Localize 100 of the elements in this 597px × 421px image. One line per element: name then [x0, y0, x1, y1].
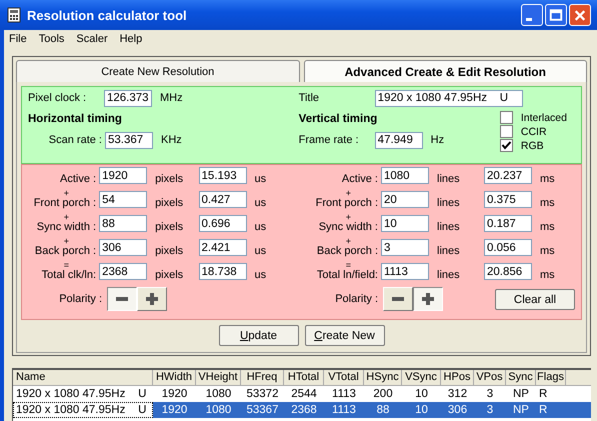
- input-field[interactable]: 88: [99, 215, 148, 232]
- maximize-button[interactable]: [545, 4, 567, 26]
- polarity-label: Polarity :: [335, 293, 379, 305]
- operator-sign: =: [344, 262, 352, 269]
- field-label: Front porch :: [34, 197, 98, 209]
- field-label: Frame rate :: [298, 134, 360, 146]
- column-header[interactable]: VHeight: [196, 370, 241, 386]
- operator-sign: +: [62, 190, 70, 197]
- input-field[interactable]: 1113: [381, 263, 429, 280]
- input-field[interactable]: 2368: [99, 263, 148, 280]
- input-field[interactable]: 1080: [381, 167, 429, 184]
- column-header[interactable]: VPos: [474, 370, 506, 386]
- time-field[interactable]: 0.696: [198, 215, 247, 232]
- unit-label: MHz: [159, 92, 184, 104]
- calculator-icon: [6, 7, 22, 23]
- unit-label: pixels: [154, 221, 184, 233]
- unit-label: lines: [436, 221, 461, 233]
- field-label: Back porch :: [316, 245, 379, 257]
- input-field[interactable]: 1920: [99, 167, 148, 184]
- minus-button[interactable]: [107, 287, 137, 311]
- table-cell-text: 10: [414, 403, 429, 418]
- input-field[interactable]: 20: [381, 191, 429, 208]
- time-field[interactable]: 20.856: [484, 263, 532, 280]
- input-field[interactable]: 3: [381, 239, 429, 256]
- column-header[interactable]: HSync: [364, 370, 402, 386]
- table-cell-text: 53367: [246, 403, 280, 418]
- input-field[interactable]: 47.949: [374, 132, 423, 148]
- unit-label: lines: [436, 269, 461, 281]
- operator-sign: +: [344, 238, 352, 245]
- column-header[interactable]: HFreq: [241, 370, 284, 386]
- time-field[interactable]: 0.056: [484, 239, 532, 256]
- menu-item[interactable]: File: [9, 33, 27, 45]
- table-cell-text: 306: [446, 403, 468, 418]
- input-field[interactable]: 126.373: [104, 90, 152, 106]
- operator-sign: =: [62, 262, 70, 269]
- column-header[interactable]: Sync: [506, 370, 536, 386]
- unit-label: us: [254, 197, 268, 209]
- table-row[interactable]: 1920 x 1080 47.95Hz U 1920 1080 53367 2368 1113 88 10 306 3 NP R: [13, 402, 591, 418]
- time-field[interactable]: 0.427: [198, 191, 247, 208]
- input-field[interactable]: 53.367: [105, 132, 153, 148]
- unit-label: pixels: [154, 245, 184, 257]
- table-cell-text: R: [538, 387, 548, 402]
- table-cell-text: 2368: [290, 403, 318, 418]
- unit-label: ms: [539, 245, 556, 257]
- tab[interactable]: Advanced Create & Edit Resolution: [304, 60, 587, 82]
- table-cell-text: 1080: [204, 403, 232, 418]
- polarity-label: Polarity :: [59, 293, 103, 305]
- time-field[interactable]: 0.187: [484, 215, 532, 232]
- column-header[interactable]: HTotal: [284, 370, 324, 386]
- field-label: Total ln/field:: [316, 269, 379, 281]
- checkbox[interactable]: [500, 125, 513, 138]
- column-header[interactable]: HPos: [441, 370, 474, 386]
- table-row[interactable]: 1920 x 1080 47.95Hz U 1920 1080 53372 2544 1113 200 10 312 3 NP R: [13, 386, 591, 402]
- field-label: Back porch :: [34, 245, 98, 257]
- update-button[interactable]: Update: [218, 325, 298, 346]
- field-label: Title: [298, 92, 320, 104]
- unit-label: KHz: [160, 134, 183, 146]
- input-field[interactable]: 10: [381, 215, 429, 232]
- column-header[interactable]: HWidth: [153, 370, 196, 386]
- time-field[interactable]: 2.421: [198, 239, 247, 256]
- input-field[interactable]: 54: [99, 191, 148, 208]
- clear-all-button[interactable]: Clear all: [495, 289, 575, 310]
- section-heading: Horizontal timing: [27, 112, 122, 127]
- title-field[interactable]: 1920 x 1080 47.95Hz U: [374, 90, 523, 106]
- menu-item[interactable]: Tools: [38, 33, 64, 45]
- checkbox[interactable]: [500, 139, 513, 152]
- table-cell-text: 10: [414, 387, 429, 402]
- field-label: Sync width :: [36, 221, 98, 233]
- checkbox[interactable]: [500, 111, 513, 124]
- tab[interactable]: Create New Resolution: [16, 60, 300, 82]
- table-cell-text: 1920: [160, 403, 188, 418]
- plus-button[interactable]: [413, 287, 443, 311]
- column-header[interactable]: VSync: [402, 370, 441, 386]
- table-cell-text: NP: [512, 387, 530, 402]
- table-cell-text: 312: [446, 387, 468, 402]
- menu-item[interactable]: Scaler: [76, 33, 108, 45]
- time-field[interactable]: 0.375: [484, 191, 532, 208]
- menu-item[interactable]: Help: [120, 33, 142, 45]
- plus-icon: [145, 292, 159, 306]
- close-button[interactable]: [569, 4, 591, 26]
- field-label: Active :: [342, 173, 379, 185]
- unit-label: lines: [436, 173, 461, 185]
- field-label: Front porch :: [316, 197, 379, 209]
- column-header[interactable]: Flags: [536, 370, 566, 386]
- unit-label: pixels: [154, 269, 184, 281]
- time-field[interactable]: 15.193: [198, 167, 247, 184]
- operator-sign: +: [62, 238, 70, 245]
- unit-label: us: [254, 221, 268, 233]
- minimize-button[interactable]: [521, 4, 543, 26]
- time-field[interactable]: 20.237: [484, 167, 532, 184]
- time-field[interactable]: 18.738: [198, 263, 247, 280]
- plus-icon: [421, 292, 435, 306]
- column-header[interactable]: VTotal: [324, 370, 364, 386]
- section-heading: Vertical timing: [298, 112, 378, 127]
- input-field[interactable]: 306: [99, 239, 148, 256]
- table-cell-text: 2544: [290, 387, 318, 402]
- create-new-button[interactable]: Create New: [304, 325, 384, 346]
- column-header[interactable]: Name: [13, 370, 153, 386]
- unit-label: ms: [539, 197, 556, 209]
- table-cell-text: NP: [512, 403, 530, 418]
